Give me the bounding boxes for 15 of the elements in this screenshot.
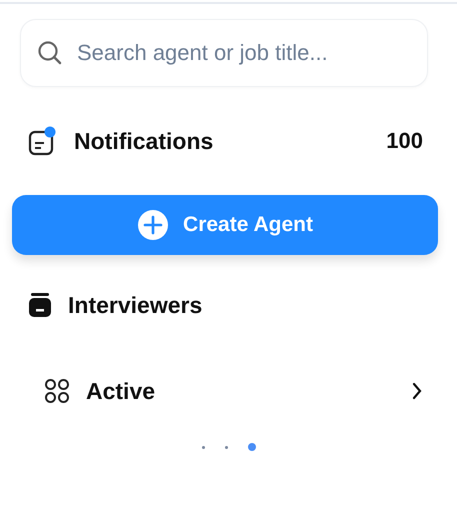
- plus-icon: [137, 209, 170, 241]
- notification-icon: [28, 126, 58, 156]
- page-dot[interactable]: [224, 446, 228, 448]
- notification-count: 100: [386, 128, 423, 154]
- search-bar[interactable]: Search agent or job title...: [20, 19, 428, 87]
- search-field[interactable]: Search agent or job title...: [77, 40, 411, 66]
- page-dot[interactable]: [202, 446, 204, 448]
- grid-icon: [44, 378, 70, 404]
- notifications-label[interactable]: Notifications: [74, 128, 214, 154]
- section-title: Interviewers: [68, 292, 202, 318]
- chevron-icon[interactable]: [410, 381, 424, 401]
- nav-item[interactable]: Active: [86, 378, 156, 404]
- archive-icon: [28, 292, 52, 318]
- search-icon: [37, 40, 63, 66]
- page-dot[interactable]: [248, 443, 256, 451]
